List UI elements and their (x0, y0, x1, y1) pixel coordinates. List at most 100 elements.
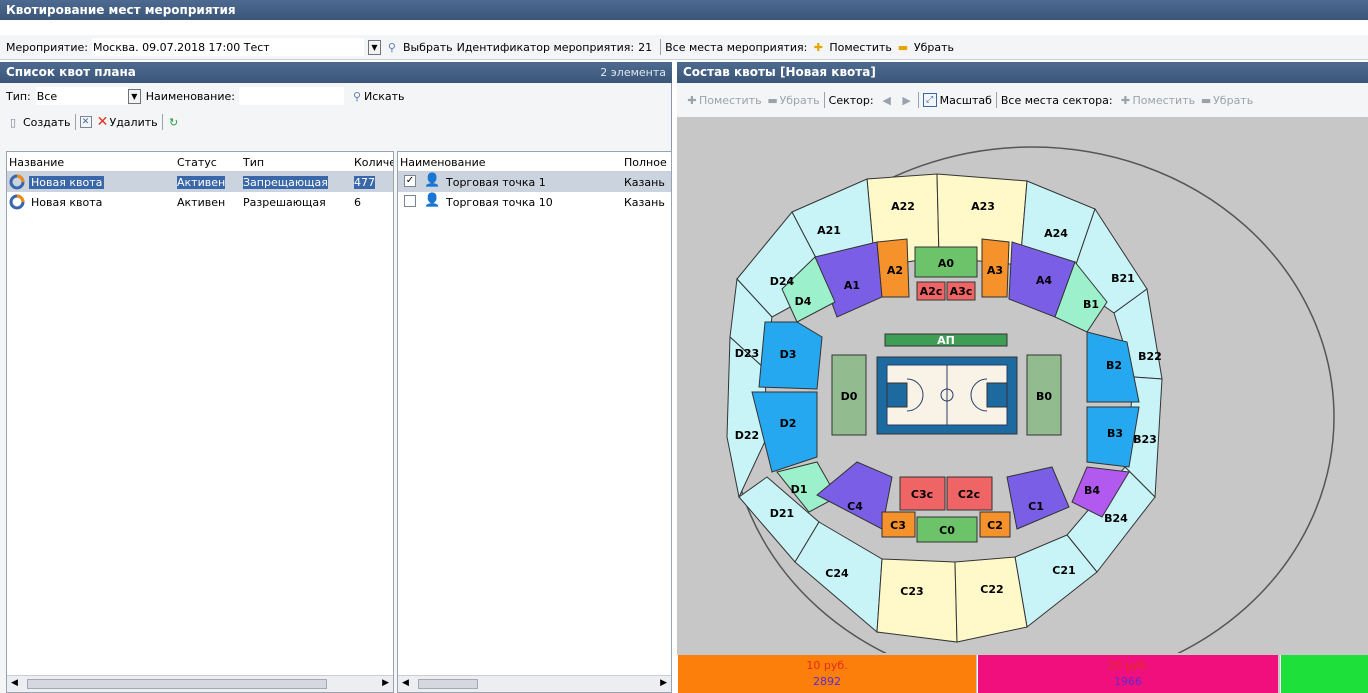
column-header[interactable]: Полное (624, 156, 667, 169)
user-icon: 👤 (424, 193, 441, 208)
sector-label: B1 (1083, 298, 1099, 311)
quota-list-title: Список квот плана (6, 65, 136, 79)
sector-label: A24 (1044, 227, 1068, 240)
scroll-left-icon[interactable]: ◀ (402, 678, 409, 688)
column-header[interactable]: Статус (177, 156, 217, 169)
table-row[interactable]: Новая квота Активен Разрешающая 6 (7, 192, 393, 212)
price-seat-count: 2892 (813, 675, 841, 688)
chevron-right-icon[interactable]: ▶ (900, 94, 914, 107)
price-legend: 10 руб. 2892 20 руб. 1966 (677, 655, 1368, 693)
horizontal-scrollbar[interactable]: ◀ ▶ (398, 675, 671, 692)
chevron-down-icon[interactable]: ▼ (367, 39, 381, 55)
delete-button[interactable]: Удалить (110, 116, 158, 129)
clear-icon[interactable]: ✕ (79, 116, 92, 128)
price-value: 20 руб. (1107, 659, 1149, 672)
quota-type: Запрещающая (243, 176, 328, 189)
quota-list-panel: Тип: Все ▼ Наименование: ⚲ Искать ▯ Созд… (0, 83, 672, 693)
sector-label: C23 (900, 585, 923, 598)
sector-label: B4 (1084, 484, 1100, 497)
scroll-left-icon[interactable]: ◀ (11, 678, 18, 688)
price-zone-0[interactable]: 10 руб. 2892 (677, 655, 976, 693)
quota-detail-title: Состав квоты [Новая квота] (683, 65, 876, 79)
sector-seats-label: Все места сектора: (1000, 93, 1113, 107)
sector-label: D23 (735, 347, 759, 360)
separator (660, 39, 662, 55)
sector-label: D3 (780, 348, 797, 361)
checkbox-checked[interactable]: ✓ (404, 175, 416, 187)
sector-label: B0 (1036, 390, 1052, 403)
quota-name: Новая квота (29, 176, 105, 189)
sector-label: C21 (1052, 564, 1075, 577)
table-row[interactable]: ✓ 👤 Торговая точка 1 Казань (398, 172, 671, 192)
sector-label: A21 (817, 224, 841, 237)
price-seat-count: 1966 (1114, 675, 1142, 688)
place-all-button[interactable]: Поместить (829, 41, 892, 54)
scroll-thumb[interactable] (418, 679, 478, 689)
quota-icon (9, 174, 25, 193)
event-toolbar: Мероприятие: Москва. 09.07.2018 17:00 Те… (0, 35, 1368, 60)
select-event-button[interactable]: Выбрать (403, 41, 453, 54)
sector-C1[interactable] (1006, 466, 1070, 530)
sector-label: АП (937, 334, 955, 347)
name-label: Наименование: (145, 89, 235, 103)
horizontal-scrollbar[interactable]: ◀ ▶ (7, 675, 393, 692)
sector-C23[interactable] (876, 558, 958, 643)
points-table: Наименование Полное ✓ 👤 Торговая точка 1… (397, 151, 672, 693)
quota-icon (9, 194, 25, 213)
event-combo[interactable]: Москва. 09.07.2018 17:00 Тест (91, 38, 364, 56)
sector-label: C24 (825, 567, 849, 580)
price-zone-1[interactable]: 20 руб. 1966 (977, 655, 1278, 693)
arena-map: A22 A23 A21 A24 D24 B21 D23 B22 D22 B23 … (726, 146, 1335, 653)
sector-label: C3c (911, 488, 933, 501)
sector-C22[interactable] (954, 556, 1028, 643)
quota-list-header: Список квот плана 2 элемента (0, 62, 672, 83)
window-title: Квотирование мест мероприятия (0, 0, 1368, 20)
column-header[interactable]: Название (9, 156, 64, 169)
name-input[interactable] (238, 87, 344, 105)
sector-label: B22 (1138, 350, 1162, 363)
sector-label: D4 (795, 295, 812, 308)
type-combo[interactable]: Все (35, 87, 128, 105)
chevron-left-icon[interactable]: ◀ (880, 94, 894, 107)
column-header[interactable]: Количе (354, 156, 393, 169)
scroll-thumb[interactable] (27, 679, 327, 689)
sector-label: C1 (1028, 500, 1044, 513)
sector-D2[interactable] (751, 391, 818, 473)
all-seats-label: Все места мероприятия: (665, 40, 808, 54)
remove-button[interactable]: Убрать (780, 94, 820, 107)
remove-all-button[interactable]: Убрать (914, 41, 954, 54)
sector-label: D21 (770, 507, 794, 520)
point-full-name: Казань (624, 176, 665, 189)
checkbox[interactable] (404, 195, 416, 207)
search-icon: ⚲ (352, 89, 361, 103)
search-button[interactable]: Искать (364, 90, 405, 103)
scroll-right-icon[interactable]: ▶ (660, 678, 667, 688)
remove-sector-button[interactable]: Убрать (1213, 94, 1253, 107)
table-row[interactable]: Новая квота Активен Запрещающая 477 (7, 172, 393, 192)
quota-type: Разрешающая (243, 196, 326, 209)
sector-label: A0 (938, 257, 955, 270)
sector-label: A23 (971, 200, 995, 213)
table-row[interactable]: 👤 Торговая точка 10 Казань (398, 192, 671, 212)
column-header[interactable]: Наименование (400, 156, 485, 169)
column-header[interactable]: Тип (243, 156, 264, 169)
quota-name: Новая квота (31, 196, 103, 209)
point-full-name: Казань (624, 196, 665, 209)
place-sector-button[interactable]: Поместить (1133, 94, 1196, 107)
plus-icon: ✚ (1120, 93, 1131, 107)
scroll-right-icon[interactable]: ▶ (382, 678, 389, 688)
event-id-value: 21 (638, 40, 653, 54)
scale-button[interactable]: Масштаб (940, 94, 992, 107)
create-button[interactable]: Создать (23, 116, 71, 129)
chevron-down-icon[interactable]: ▼ (127, 88, 141, 104)
sector-label: A3c (950, 285, 973, 298)
sector-label: A22 (891, 200, 915, 213)
sector-label: B3 (1107, 427, 1123, 440)
sector-C4[interactable] (816, 461, 893, 530)
sector-label: D22 (735, 429, 759, 442)
place-button[interactable]: Поместить (699, 94, 762, 107)
refresh-icon[interactable]: ↻ (167, 116, 181, 129)
search-icon: ⚲ (387, 40, 396, 54)
quota-count-cell: 477 (354, 176, 375, 189)
price-zone-2[interactable] (1280, 655, 1368, 693)
